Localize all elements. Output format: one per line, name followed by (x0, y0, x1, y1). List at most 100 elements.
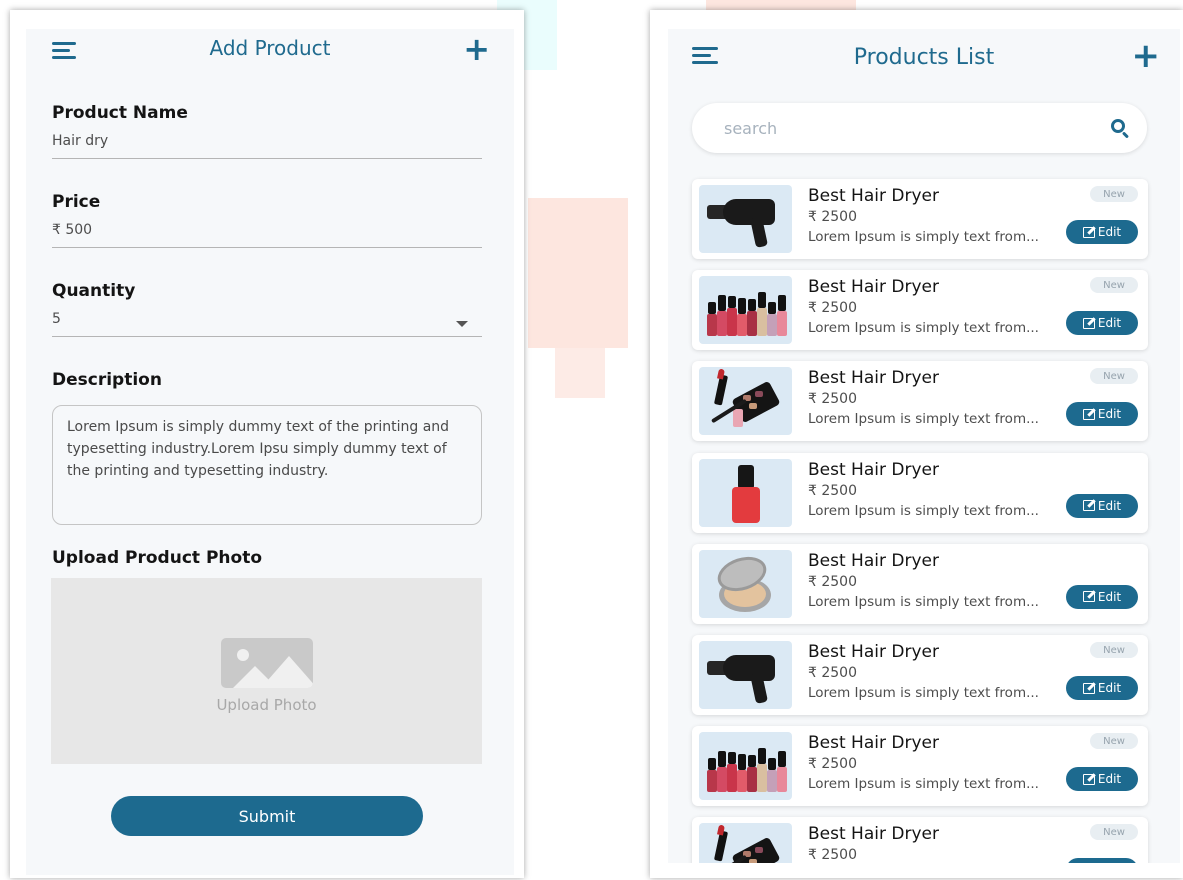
menu-icon[interactable] (692, 47, 718, 64)
product-name: Best Hair Dryer (808, 550, 939, 571)
nail-polish-set-thumbnail (699, 276, 792, 345)
makeup-kit-thumbnail (699, 367, 792, 436)
edit-icon (1082, 500, 1095, 512)
product-card[interactable]: Best Hair Dryer ₹ 2500 Lorem Ipsum is simp… (692, 543, 1148, 624)
divider (52, 336, 482, 337)
stage: Add Product + Product Name Hair dry Pric… (0, 0, 1183, 880)
new-badge: New (1090, 368, 1138, 385)
background-decoration (528, 198, 628, 348)
product-name: Best Hair Dryer (808, 186, 939, 206)
add-product-phone: Add Product + Product Name Hair dry Pric… (10, 10, 524, 878)
edit-label: Edit (1097, 498, 1122, 513)
edit-button[interactable]: Edit (1066, 493, 1138, 518)
edit-icon (1082, 773, 1095, 785)
price-field[interactable]: ₹ 500 (52, 222, 92, 238)
menu-icon[interactable] (52, 42, 76, 59)
edit-icon (1082, 682, 1095, 694)
product-price: ₹ 2500 (808, 300, 857, 317)
add-product-header: Add Product + (26, 29, 514, 67)
nail-polish-set-thumbnail (699, 732, 792, 801)
hair-dryer-thumbnail (699, 185, 792, 253)
background-decoration (555, 348, 605, 398)
upload-photo-label: Upload Product Photo (52, 548, 263, 568)
new-badge: New (1090, 824, 1138, 841)
compact-powder-thumbnail (699, 549, 792, 618)
upload-photo-area[interactable]: Upload Photo (51, 578, 482, 764)
search-bar (692, 103, 1147, 153)
edit-button[interactable]: Edit (1066, 311, 1138, 336)
product-price: ₹ 2500 (808, 756, 857, 773)
product-price: ₹ 2500 (808, 573, 857, 590)
product-name-label: Product Name (52, 103, 188, 123)
product-price: ₹ 2500 (808, 209, 857, 225)
new-badge: New (1090, 733, 1138, 750)
product-description: Lorem Ipsum is simply text from... (808, 502, 1039, 519)
description-label: Description (52, 370, 162, 390)
edit-button[interactable]: Edit (1066, 676, 1138, 700)
edit-label: Edit (1097, 225, 1122, 239)
nail-polish-thumbnail (699, 458, 792, 527)
divider (52, 158, 482, 159)
product-card[interactable]: Best Hair Dryer ₹ 2500 Lorem Ipsum is simp… (692, 452, 1148, 533)
submit-button[interactable]: Submit (111, 796, 423, 836)
product-name: Best Hair Dryer (808, 277, 939, 298)
product-name: Best Hair Dryer (808, 368, 939, 389)
edit-button[interactable]: Edit (1066, 584, 1138, 609)
product-price: ₹ 2500 (808, 665, 857, 681)
edit-icon (1082, 317, 1095, 329)
product-card[interactable]: Best Hair Dryer ₹ 2500 Lorem Ipsum is simp… (692, 270, 1148, 351)
edit-label: Edit (1097, 316, 1122, 331)
product-description: Lorem Ipsum is simply text from... (808, 776, 1039, 793)
product-description: Lorem Ipsum is simply text from... (808, 593, 1039, 610)
upload-photo-text: Upload Photo (216, 696, 317, 714)
plus-icon[interactable]: + (1132, 39, 1161, 73)
product-name-field[interactable]: Hair dry (52, 133, 108, 149)
caret-down-icon[interactable] (456, 321, 468, 327)
product-price: ₹ 2500 (808, 482, 857, 499)
edit-icon (1082, 591, 1095, 603)
add-product-screen: Add Product + Product Name Hair dry Pric… (26, 29, 514, 875)
product-card[interactable]: Best Hair Dryer ₹ 2500 Lorem Ipsum is simp… (692, 179, 1148, 259)
quantity-select[interactable]: 5 (52, 311, 61, 327)
edit-label: Edit (1097, 681, 1122, 695)
page-title: Add Product (209, 36, 331, 60)
products-list-screen: Products List + Best Hair Dryer ₹ 2500 Lor… (668, 29, 1180, 863)
new-badge: New (1090, 642, 1138, 658)
product-card[interactable]: Best Hair Dryer ₹ 2500 Lorem Ipsum is simp… (692, 635, 1148, 715)
price-label: Price (52, 192, 101, 212)
hair-dryer-thumbnail (699, 641, 792, 709)
edit-button[interactable]: Edit (1066, 858, 1138, 863)
search-input[interactable] (724, 118, 1111, 138)
product-name: Best Hair Dryer (808, 824, 939, 845)
quantity-label: Quantity (52, 281, 136, 301)
edit-label: Edit (1097, 772, 1122, 787)
product-price: ₹ 2500 (808, 847, 857, 863)
edit-icon (1082, 408, 1095, 420)
product-description: Lorem Ipsum is simply text from... (808, 229, 1039, 245)
product-description: Lorem Ipsum is simply text from... (808, 685, 1039, 701)
edit-label: Edit (1097, 589, 1122, 604)
products-list-header: Products List + (668, 37, 1180, 77)
image-icon (221, 638, 313, 688)
product-description: Lorem Ipsum is simply text from... (808, 320, 1039, 337)
page-title: Products List (853, 44, 995, 70)
plus-icon[interactable]: + (463, 33, 490, 65)
product-card[interactable]: Best Hair Dryer₹ 2500Lorem Ipsum is simp… (692, 361, 1148, 442)
edit-button[interactable]: Edit (1066, 767, 1138, 792)
product-name: Best Hair Dryer (808, 642, 939, 662)
makeup-kit-thumbnail (699, 823, 792, 863)
edit-label: Edit (1097, 407, 1122, 422)
product-description: Lorem Ipsum is simply text from... (808, 411, 1039, 428)
edit-button[interactable]: Edit (1066, 402, 1138, 427)
search-icon[interactable] (1111, 119, 1130, 139)
divider (52, 247, 482, 248)
product-card[interactable]: Best Hair Dryer ₹ 2500 Lorem Ipsum is simp… (692, 726, 1148, 807)
edit-icon (1082, 226, 1095, 238)
product-card[interactable]: Best Hair Dryer₹ 2500Lorem Ipsum is simp… (692, 817, 1148, 863)
new-badge: New (1090, 186, 1138, 202)
products-list-phone: Products List + Best Hair Dryer ₹ 2500 Lor… (650, 10, 1183, 878)
product-name: Best Hair Dryer (808, 733, 939, 754)
description-textarea[interactable]: Lorem Ipsum is simply dummy text of the … (52, 405, 482, 525)
product-name: Best Hair Dryer (808, 459, 939, 480)
edit-button[interactable]: Edit (1066, 220, 1138, 244)
